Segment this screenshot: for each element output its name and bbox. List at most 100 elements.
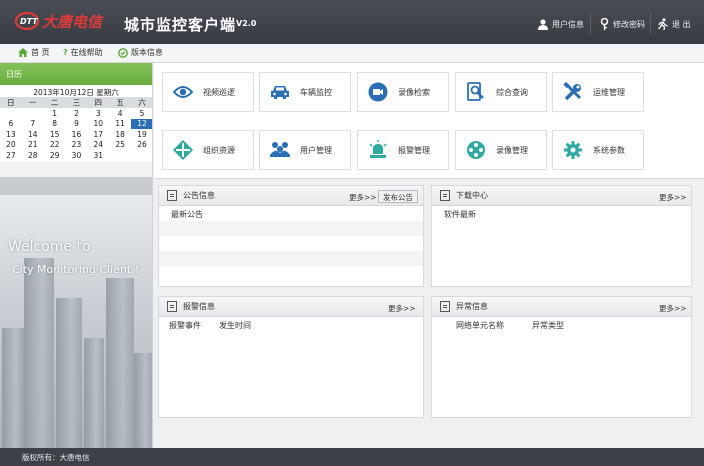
calendar-day[interactable]: 10 (87, 119, 109, 130)
calendar-day[interactable]: 31 (87, 150, 109, 161)
question-icon: ? (63, 48, 68, 57)
tile-label: 综合查询 (496, 87, 528, 97)
calendar-day[interactable]: 19 (131, 129, 152, 140)
document-icon (167, 190, 177, 201)
home-link[interactable]: 首 页 (18, 47, 50, 58)
version-info-link[interactable]: 版本信息 (118, 47, 163, 58)
online-help-link[interactable]: ? 在线帮助 (63, 47, 103, 58)
calendar-day[interactable]: 21 (22, 140, 44, 151)
publish-notice-button[interactable]: 发布公告 (378, 190, 418, 203)
svg-text:DTT: DTT (20, 17, 38, 26)
running-man-icon (658, 18, 668, 30)
exception-panel-title: 异常信息 (456, 302, 488, 311)
tile-label: 运维管理 (593, 87, 625, 97)
tile-system-parameters[interactable]: 系统参数 (552, 130, 644, 170)
alarm-icon (368, 140, 388, 160)
calendar-day[interactable]: 11 (109, 119, 131, 130)
download-panel-header: 下载中心 (432, 186, 691, 206)
tile-user-management[interactable]: 用户管理 (259, 130, 351, 170)
tile-label: 视频巡逻 (203, 87, 235, 97)
tile-recording-management[interactable]: 录像管理 (455, 130, 547, 170)
exception-type-column: 异常类型 (532, 321, 564, 330)
alarm-more-link[interactable]: 更多>> (388, 303, 416, 314)
calendar-day[interactable]: 1 (44, 108, 66, 119)
calendar-day[interactable]: 18 (109, 129, 131, 140)
film-icon (466, 140, 486, 160)
tile-label: 录像管理 (496, 145, 528, 155)
calendar-day[interactable]: 27 (0, 150, 22, 161)
download-more-link[interactable]: 更多>> (659, 192, 687, 203)
calendar-day[interactable]: 4 (109, 108, 131, 119)
change-password-button[interactable]: 修改密码 (600, 16, 645, 32)
network-unit-column: 网络单元名称 (456, 321, 504, 330)
tile-video-patrol[interactable]: 视频巡逻 (162, 72, 254, 112)
calendar-day[interactable]: 16 (66, 129, 88, 140)
calendar-day[interactable]: 15 (44, 129, 66, 140)
calendar-day[interactable]: 20 (0, 140, 22, 151)
tile-vehicle-monitor[interactable]: 车辆监控 (259, 72, 351, 112)
calendar-day[interactable]: 28 (22, 150, 44, 161)
notice-panel-title: 公告信息 (183, 191, 215, 200)
calendar-day[interactable]: 22 (44, 140, 66, 151)
download-panel: 下载中心 更多>> 软件最新 (431, 185, 692, 287)
user-info-label: 用户信息 (552, 19, 584, 29)
calendar-day[interactable]: 17 (87, 129, 109, 140)
home-icon (18, 48, 28, 57)
tile-recording-search[interactable]: 录像检索 (357, 72, 449, 112)
calendar-day[interactable]: 9 (66, 119, 88, 130)
function-tiles: 视频巡逻 车辆监控 录像检索 综合查询 运维管理 组织资源 用户管理 报警管理 … (154, 63, 704, 179)
calendar-day[interactable]: 2 (66, 108, 88, 119)
weekday-header: 三 (65, 97, 88, 108)
alarm-panel-header: 报警信息 (159, 297, 423, 317)
building (24, 258, 54, 448)
logout-button[interactable]: 退 出 (658, 16, 691, 32)
user-info-button[interactable]: 用户信息 (538, 16, 584, 32)
weekday-header: 六 (131, 97, 152, 108)
weekday-header: 一 (21, 97, 44, 108)
calendar-day[interactable]: 3 (87, 108, 109, 119)
calendar-empty-cell (0, 108, 22, 119)
tile-label: 录像检索 (398, 87, 430, 97)
tile-alarm-management[interactable]: 报警管理 (357, 130, 449, 170)
notice-more-link[interactable]: 更多>> (349, 192, 377, 203)
exception-more-link[interactable]: 更多>> (659, 303, 687, 314)
calendar-day[interactable]: 25 (109, 140, 131, 151)
app-version: V2.0 (236, 19, 257, 28)
calendar-day[interactable]: 12 (131, 118, 152, 129)
tile-organization-resources[interactable]: 组织资源 (162, 130, 254, 170)
user-icon (538, 18, 548, 30)
left-sidebar: 日历 2013年10月12日 星期六 日一二三四五六 1 2 3 4 5 6 7 8 9 10 11… (0, 63, 153, 448)
building (84, 338, 104, 448)
gear-icon (563, 140, 583, 160)
exception-panel-header: 异常信息 (432, 297, 691, 317)
alarm-time-column: 发生时间 (219, 321, 251, 330)
tile-operations-management[interactable]: 运维管理 (552, 72, 644, 112)
tile-integrated-query[interactable]: 综合查询 (455, 72, 547, 112)
calendar-day[interactable]: 8 (44, 119, 66, 130)
notice-row[interactable]: 最新公告 (159, 206, 423, 221)
calendar-day[interactable]: 26 (131, 140, 152, 151)
eye-icon (173, 82, 193, 102)
calendar-empty-cell (22, 108, 44, 119)
weekday-header: 日 (0, 97, 22, 108)
calendar-day[interactable]: 23 (66, 140, 88, 151)
calendar-day[interactable]: 14 (22, 129, 44, 140)
download-row[interactable]: 软件最新 (432, 206, 691, 221)
notice-panel: 公告信息 更多>> 发布公告 最新公告 (158, 185, 424, 287)
tile-label: 车辆监控 (300, 87, 332, 97)
notice-row-empty (159, 251, 423, 266)
key-icon (600, 18, 609, 30)
calendar-day[interactable]: 6 (0, 119, 22, 130)
home-label: 首 页 (31, 48, 50, 57)
calendar-day[interactable]: 30 (66, 150, 88, 161)
calendar-day[interactable]: 13 (0, 129, 22, 140)
sub-navigation: 首 页 ? 在线帮助 版本信息 (0, 44, 704, 63)
calendar-day[interactable]: 5 (131, 108, 152, 119)
svg-text:大唐电信: 大唐电信 (42, 13, 105, 31)
calendar-day[interactable]: 24 (87, 140, 109, 151)
calendar-day[interactable]: 7 (22, 119, 44, 130)
calendar-day[interactable]: 29 (44, 150, 66, 161)
camera-icon (368, 82, 388, 102)
header-divider (650, 12, 651, 34)
copyright-text: 版权所有：大唐电信 (22, 453, 90, 462)
